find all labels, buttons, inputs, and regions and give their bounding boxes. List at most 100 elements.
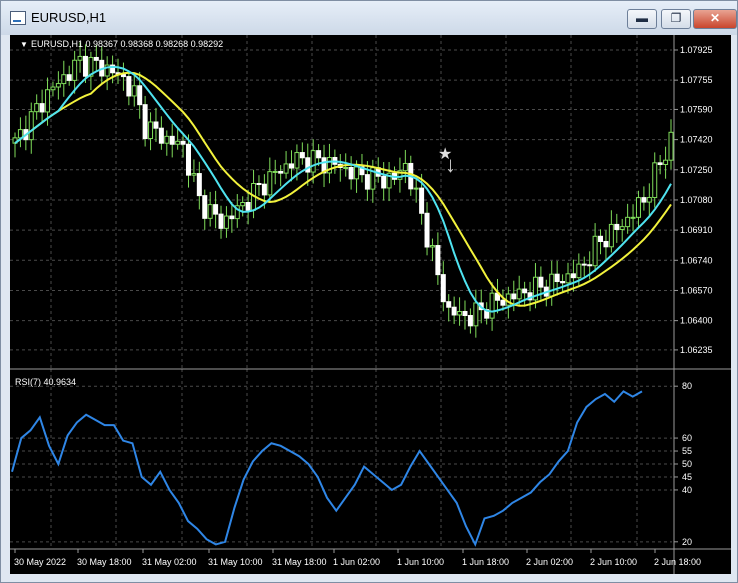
time-tick-label: 2 Jun 10:00 <box>590 557 637 567</box>
maximize-button[interactable]: ❐ <box>661 9 691 29</box>
candle-body <box>278 170 284 174</box>
time-tick-label: 30 May 2022 <box>14 557 66 567</box>
candle-body <box>153 121 159 129</box>
candle-body <box>429 245 435 248</box>
price-tick-label: 1.07080 <box>680 195 713 205</box>
candle-body <box>191 173 197 176</box>
candle-body <box>565 273 571 284</box>
candles-layer <box>12 42 674 338</box>
candle-body <box>489 292 495 319</box>
candle-body <box>61 74 67 85</box>
candle-body <box>261 183 267 196</box>
price-tick-label: 1.06570 <box>680 285 713 295</box>
candle-body <box>663 159 669 166</box>
candle-body <box>354 166 360 180</box>
candle-body <box>538 276 544 288</box>
candle-body <box>603 240 609 248</box>
candle-body <box>240 202 246 207</box>
rsi-axis: 80 60 55 50 45 40 20 <box>674 381 692 547</box>
close-button[interactable]: ✕ <box>693 9 737 29</box>
grid-layer <box>10 35 672 549</box>
ma-slow-line <box>14 71 672 307</box>
chart-area[interactable]: 1.07925 1.07755 1.07590 1.07420 1.07250 1.070… <box>10 35 731 574</box>
candle-body <box>294 152 300 169</box>
candle-body <box>185 143 191 176</box>
price-tick-label: 1.07250 <box>680 165 713 175</box>
time-tick-label: 31 May 10:00 <box>208 557 263 567</box>
candle-body <box>451 306 457 316</box>
candle-body <box>652 162 658 199</box>
rsi-tick-label: 80 <box>682 381 692 391</box>
candle-body <box>288 163 294 169</box>
candle-body <box>299 152 305 159</box>
chart-window-icon <box>10 11 26 25</box>
candle-body <box>310 150 316 173</box>
candle-body <box>413 187 419 190</box>
rsi-tick-label: 50 <box>682 459 692 469</box>
window-title: EURUSD,H1 <box>31 10 107 25</box>
candle-body <box>570 273 576 279</box>
rsi-label: RSI(7) 40.9634 <box>15 377 76 387</box>
time-tick-label: 1 Jun 18:00 <box>462 557 509 567</box>
chart-menu-triangle-icon[interactable]: ▼ <box>20 40 28 49</box>
candle-body <box>28 111 34 141</box>
candle-body <box>93 56 99 61</box>
candle-body <box>619 226 625 230</box>
candle-body <box>560 281 566 284</box>
time-tick-label: 1 Jun 02:00 <box>333 557 380 567</box>
rsi-tick-label: 40 <box>682 485 692 495</box>
candle-body <box>126 76 132 97</box>
candle-body <box>120 74 126 78</box>
price-tick-label: 1.07925 <box>680 45 713 55</box>
price-tick-label: 1.06910 <box>680 225 713 235</box>
candle-body <box>223 215 229 229</box>
candle-body <box>229 215 235 220</box>
rsi-tick-label: 60 <box>682 433 692 443</box>
candle-body <box>207 204 213 219</box>
candle-body <box>158 127 164 144</box>
time-axis: 30 May 2022 30 May 18:00 31 May 02:00 31 Ma… <box>14 549 701 567</box>
time-tick-label: 30 May 18:00 <box>77 557 132 567</box>
candle-body <box>402 162 408 172</box>
candle-body <box>381 175 387 189</box>
candle-body <box>131 85 137 97</box>
candle-body <box>549 273 555 297</box>
candle-body <box>137 85 143 106</box>
candle-body <box>316 150 322 159</box>
candle-body <box>457 311 463 316</box>
candle-body <box>180 140 186 145</box>
candle-body <box>343 166 349 169</box>
sell-arrow-icon: ↓ <box>445 152 456 177</box>
candle-body <box>576 263 582 279</box>
title-bar[interactable]: EURUSD,H1 ▬ ❐ ✕ <box>1 1 737 35</box>
candle-body <box>213 204 219 215</box>
candle-body <box>77 55 83 61</box>
candle-body <box>440 274 446 303</box>
time-tick-label: 2 Jun 02:00 <box>526 557 573 567</box>
candle-body <box>218 213 224 229</box>
candle-body <box>630 216 636 219</box>
time-tick-label: 1 Jun 10:00 <box>397 557 444 567</box>
candle-body <box>516 288 522 300</box>
candle-body <box>646 197 652 203</box>
minimize-button[interactable]: ▬ <box>627 9 657 29</box>
candle-body <box>34 103 40 113</box>
candle-body <box>148 121 154 140</box>
price-tick-label: 1.07420 <box>680 135 713 145</box>
candle-body <box>635 197 641 218</box>
candle-body <box>50 86 56 91</box>
price-tick-label: 1.07590 <box>680 104 713 114</box>
candle-body <box>39 103 45 113</box>
price-tick-label: 1.06400 <box>680 316 713 326</box>
candle-body <box>473 302 479 327</box>
candle-body <box>424 212 430 248</box>
chart-svg[interactable]: 1.07925 1.07755 1.07590 1.07420 1.07250 1.070… <box>10 35 731 574</box>
candle-body <box>581 263 587 266</box>
candle-body <box>554 273 560 283</box>
candle-body <box>17 129 23 139</box>
candle-body <box>500 299 506 306</box>
candle-body <box>587 264 593 267</box>
rsi-tick-label: 20 <box>682 537 692 547</box>
candle-body <box>419 187 425 214</box>
rsi-line <box>11 390 643 547</box>
